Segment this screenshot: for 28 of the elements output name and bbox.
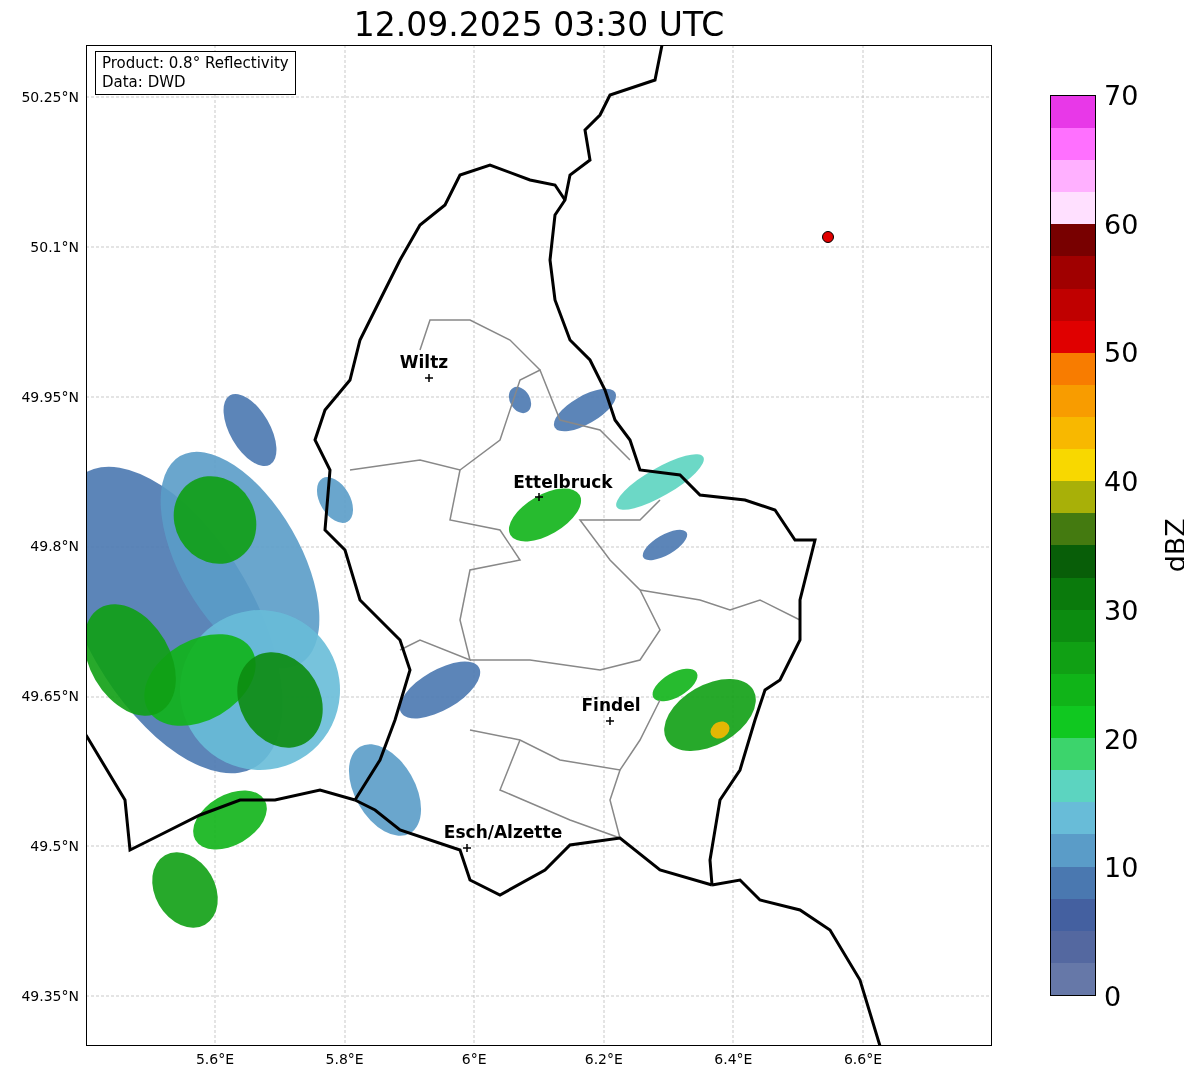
- city-label: Esch/Alzette: [443, 823, 563, 841]
- city-label: Ettelbruck: [513, 473, 613, 491]
- latitude-tick: 49.65°N: [21, 686, 79, 706]
- city-label: Wiltz: [399, 353, 449, 371]
- latitude-tick: 49.95°N: [21, 387, 79, 407]
- latitude-tick: 49.35°N: [21, 986, 79, 1006]
- colorbar-tick: 50: [1104, 338, 1139, 366]
- latitude-tick: 50.25°N: [21, 87, 79, 107]
- colorbar-tick: 60: [1104, 210, 1139, 238]
- colorbar-tick: 0: [1104, 982, 1122, 1010]
- longitude-tick: 6.2°E: [584, 1050, 623, 1069]
- longitude-tick: 6°E: [461, 1050, 487, 1069]
- colorbar-tick: 70: [1104, 81, 1139, 109]
- longitude-tick: 5.6°E: [195, 1050, 235, 1069]
- longitude-tick: 6.4°E: [714, 1050, 753, 1069]
- chart-title: 12.09.2025 03:30 UTC: [353, 5, 725, 45]
- latitude-tick: 49.8°N: [30, 536, 79, 556]
- longitude-tick: 5.8°E: [325, 1050, 364, 1069]
- latitude-tick: 49.5°N: [30, 836, 79, 856]
- colorbar-tick: 40: [1104, 467, 1139, 495]
- info-text: Data: DWD: [102, 73, 187, 92]
- city-label: Findel: [581, 696, 641, 714]
- info-text: Product: 0.8° Reflectivity: [102, 54, 289, 73]
- latitude-tick: 50.1°N: [30, 237, 79, 257]
- colorbar-tick: 20: [1104, 725, 1139, 753]
- colorbar-tick: 30: [1104, 596, 1139, 624]
- longitude-tick: 6.6°E: [843, 1050, 883, 1069]
- colorbar-tick: 10: [1104, 853, 1139, 881]
